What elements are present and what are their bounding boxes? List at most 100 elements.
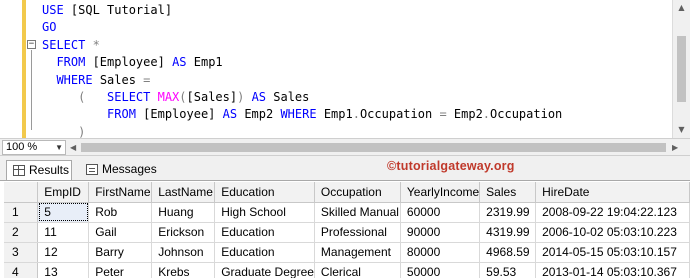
messages-icon bbox=[86, 164, 98, 175]
table-cell[interactable]: Johnson bbox=[151, 242, 216, 263]
table-cell[interactable]: Education bbox=[214, 222, 315, 243]
table-row[interactable]: 1 5 Rob Huang High School Skilled Manual 60000… bbox=[4, 202, 690, 223]
table-cell[interactable]: Skilled Manual bbox=[314, 202, 401, 223]
row-number[interactable]: 3 bbox=[4, 242, 39, 263]
code-line: ( SELECT MAX([Sales]) AS Sales bbox=[42, 89, 562, 106]
column-header[interactable]: YearlyIncome bbox=[400, 182, 481, 203]
table-cell[interactable]: 5 bbox=[37, 202, 90, 223]
chevron-down-icon[interactable]: ▼ bbox=[55, 141, 63, 154]
table-cell[interactable]: 4968.59 bbox=[479, 242, 537, 263]
table-cell[interactable]: 50000 bbox=[400, 262, 481, 278]
column-header[interactable]: Education bbox=[214, 182, 315, 203]
table-cell[interactable]: 2014-05-15 05:03:10.157 bbox=[535, 242, 690, 263]
row-number[interactable]: 4 bbox=[4, 262, 39, 278]
table-cell[interactable]: Management bbox=[314, 242, 401, 263]
code-line: FROM [Employee] AS Emp2 WHERE Emp1.Occup… bbox=[42, 106, 562, 123]
code-line: SELECT * bbox=[42, 37, 562, 54]
table-cell[interactable]: Barry bbox=[88, 242, 153, 263]
code-token: SELECT bbox=[42, 37, 93, 52]
code-token: Emp2 bbox=[244, 107, 281, 122]
table-cell[interactable]: High School bbox=[214, 202, 315, 223]
column-header[interactable]: EmpID bbox=[37, 182, 90, 203]
column-header[interactable]: LastName bbox=[151, 182, 216, 203]
table-cell[interactable]: 12 bbox=[37, 242, 90, 263]
table-cell[interactable]: Krebs bbox=[151, 262, 216, 278]
code-token: [SQL Tutorial] bbox=[70, 3, 173, 17]
code-line: FROM [Employee] AS Emp1 bbox=[42, 54, 562, 71]
table-cell[interactable]: Rob bbox=[88, 202, 153, 223]
table-cell[interactable]: 90000 bbox=[400, 222, 481, 243]
row-number-header[interactable] bbox=[4, 182, 39, 203]
code-token: Emp2 bbox=[453, 107, 483, 122]
table-cell[interactable]: Erickson bbox=[151, 222, 216, 243]
column-header[interactable]: HireDate bbox=[535, 182, 690, 203]
table-row[interactable]: 4 13 Peter Krebs Graduate Degree Clerical 5000… bbox=[4, 262, 690, 278]
editor-vertical-scrollbar[interactable]: ▲ ▼ bbox=[672, 0, 690, 138]
scroll-left-icon[interactable]: ◀ bbox=[70, 141, 76, 155]
code-line: USE [SQL Tutorial] bbox=[42, 2, 562, 19]
code-token: ) bbox=[78, 124, 86, 139]
tab-messages-label: Messages bbox=[102, 162, 157, 176]
tab-messages[interactable]: Messages bbox=[80, 160, 162, 180]
table-cell[interactable]: 60000 bbox=[400, 202, 481, 223]
zoom-bar: 100 % ▼ ◀ ▶ bbox=[0, 138, 690, 156]
results-grid[interactable]: EmpID FirstName LastName Education Occupatio… bbox=[0, 180, 690, 278]
code-token: AS bbox=[251, 89, 274, 104]
code-token: AS bbox=[172, 55, 194, 70]
code-token: ) bbox=[237, 89, 252, 104]
column-header[interactable]: Occupation bbox=[314, 182, 401, 203]
row-number[interactable]: 1 bbox=[4, 202, 39, 223]
table-cell[interactable]: 2319.99 bbox=[479, 202, 537, 223]
table-cell[interactable]: 80000 bbox=[400, 242, 481, 263]
code-token: WHERE bbox=[56, 72, 100, 87]
table-body: 1 5 Rob Huang High School Skilled Manual 60000… bbox=[4, 202, 690, 278]
table-cell[interactable]: 59.53 bbox=[479, 262, 537, 278]
row-number[interactable]: 2 bbox=[4, 222, 39, 243]
table-cell[interactable]: 11 bbox=[37, 222, 90, 243]
table-cell[interactable]: Professional bbox=[314, 222, 401, 243]
scroll-thumb[interactable] bbox=[677, 36, 686, 102]
table-cell[interactable]: 13 bbox=[37, 262, 90, 278]
code-token: ( bbox=[179, 89, 187, 104]
sql-code[interactable]: USE [SQL Tutorial] GO SELECT * FROM [Emplo… bbox=[42, 2, 562, 141]
table-cell[interactable]: Education bbox=[214, 242, 315, 263]
horizontal-scroll-thumb[interactable] bbox=[81, 143, 666, 152]
code-token: FROM bbox=[107, 107, 144, 122]
zoom-value: 100 % bbox=[6, 141, 38, 153]
table-cell[interactable]: Clerical bbox=[314, 262, 401, 278]
table-cell[interactable]: Huang bbox=[151, 202, 216, 223]
column-header[interactable]: FirstName bbox=[88, 182, 153, 203]
code-token: [Sales] bbox=[186, 89, 238, 104]
scroll-down-icon[interactable]: ▼ bbox=[673, 122, 690, 138]
code-token: . bbox=[352, 107, 360, 122]
table-cell[interactable]: 2008-09-22 19:04:22.123 bbox=[535, 202, 690, 223]
code-token: GO bbox=[42, 20, 57, 35]
table-cell[interactable]: 2013-01-14 05:03:10.367 bbox=[535, 262, 690, 278]
table-cell[interactable]: 2006-10-02 05:03:10.223 bbox=[535, 222, 690, 243]
column-header[interactable]: Sales bbox=[479, 182, 537, 203]
code-token: SELECT bbox=[107, 89, 158, 104]
zoom-select[interactable]: 100 % ▼ bbox=[2, 140, 66, 155]
table-cell[interactable]: 4319.99 bbox=[479, 222, 537, 243]
change-tracking-bar bbox=[22, 0, 26, 138]
grid-icon bbox=[13, 165, 25, 176]
code-token: Sales bbox=[99, 72, 144, 87]
results-tab-strip: Results Messages bbox=[0, 156, 690, 180]
table-cell[interactable]: Graduate Degree bbox=[214, 262, 315, 278]
code-token: = bbox=[143, 72, 151, 87]
tab-results[interactable]: Results bbox=[6, 160, 72, 180]
table-cell[interactable]: Gail bbox=[88, 222, 153, 243]
query-editor[interactable]: − USE [SQL Tutorial] GO SELECT * FROM [Emp… bbox=[0, 0, 690, 141]
table-row[interactable]: 2 11 Gail Erickson Education Professional 9000… bbox=[4, 222, 690, 243]
table-row[interactable]: 3 12 Barry Johnson Education Management 80000 4… bbox=[4, 242, 690, 263]
scroll-right-icon[interactable]: ▶ bbox=[672, 141, 678, 155]
collapse-icon[interactable]: − bbox=[27, 40, 36, 49]
watermark: ©tutorialgateway.org bbox=[387, 159, 515, 173]
table-cell[interactable]: Peter bbox=[88, 262, 153, 278]
scroll-up-icon[interactable]: ▲ bbox=[673, 0, 690, 16]
code-token: = bbox=[439, 107, 454, 122]
code-line: WHERE Sales = bbox=[42, 72, 562, 89]
